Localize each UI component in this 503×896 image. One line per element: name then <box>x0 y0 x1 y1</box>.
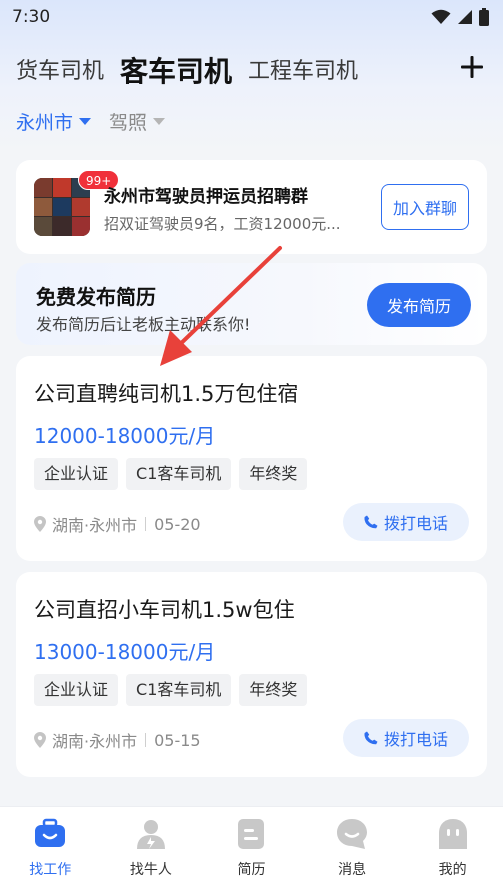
meta-divider <box>145 733 147 747</box>
filter-bar: 永州市 驾照 <box>16 106 166 136</box>
city-filter-label: 永州市 <box>16 111 74 134</box>
job-tag: 企业认证 <box>34 674 119 706</box>
call-button[interactable]: 拨打电话 <box>343 503 469 541</box>
battery-icon <box>479 8 489 26</box>
plus-icon[interactable] <box>459 54 485 80</box>
job-tag: 年终奖 <box>239 674 308 706</box>
publish-resume-button[interactable]: 发布简历 <box>367 283 471 327</box>
nav-messages[interactable]: 消息 <box>312 817 392 896</box>
wifi-icon <box>431 9 451 24</box>
job-location: 湖南·永州市 <box>52 516 138 535</box>
city-filter[interactable]: 永州市 <box>16 108 92 135</box>
job-location: 湖南·永州市 <box>52 732 138 751</box>
nav-label: 找牛人 <box>129 862 172 878</box>
caret-down-icon <box>153 117 166 125</box>
call-button-label: 拨打电话 <box>383 514 448 533</box>
job-date: 05-20 <box>154 514 201 534</box>
resume-banner-title: 免费发布简历 <box>36 285 156 309</box>
job-meta: 湖南·永州市 05-15 <box>34 728 201 752</box>
job-date: 05-15 <box>154 730 201 750</box>
tab-bus-driver[interactable]: 客车司机 <box>120 52 232 92</box>
job-salary: 12000-18000元/月 <box>34 424 216 448</box>
job-tag: 企业认证 <box>34 458 119 490</box>
status-bar: 7:30 <box>0 0 503 34</box>
phone-icon <box>364 515 378 529</box>
call-button-label: 拨打电话 <box>383 730 448 749</box>
nav-label: 我的 <box>438 862 467 878</box>
resume-banner-subtitle: 发布简历后让老板主动联系你! <box>36 315 251 334</box>
group-title: 永州市驾驶员押运员招聘群 <box>104 187 308 207</box>
caret-down-icon <box>79 117 92 125</box>
message-icon <box>337 819 368 849</box>
worker-icon <box>136 820 165 849</box>
group-description: 招双证驾驶员9名，工资12000元... <box>104 215 341 233</box>
job-tag: 年终奖 <box>239 458 308 490</box>
nav-label: 找工作 <box>29 862 72 878</box>
job-tag: C1客车司机 <box>126 674 232 706</box>
status-time: 7:30 <box>12 7 51 27</box>
nav-label: 消息 <box>338 862 367 878</box>
meta-divider <box>145 517 147 531</box>
job-tags: 企业认证 C1客车司机 年终奖 <box>34 458 308 490</box>
license-filter[interactable]: 驾照 <box>109 108 166 135</box>
job-card[interactable]: 公司直招小车司机1.5w包住 13000-18000元/月 企业认证 C1客车司… <box>16 572 487 777</box>
nav-resume[interactable]: 简历 <box>211 817 291 896</box>
signal-icon <box>458 10 472 24</box>
nav-label: 简历 <box>237 862 266 878</box>
bottom-navigation: 找工作 找牛人 简历 消息 我的 <box>0 806 503 896</box>
join-group-button[interactable]: 加入群聊 <box>381 184 469 230</box>
tab-engineering-driver[interactable]: 工程车司机 <box>248 52 358 92</box>
phone-icon <box>364 731 378 745</box>
driver-type-tabs: 货车司机 客车司机 工程车司机 <box>16 48 491 92</box>
nav-find-talent[interactable]: 找牛人 <box>111 817 191 896</box>
resume-icon <box>238 819 265 849</box>
briefcase-icon <box>35 818 66 847</box>
job-meta: 湖南·永州市 05-20 <box>34 512 201 536</box>
group-chat-card[interactable]: 99+ 永州市驾驶员押运员招聘群 招双证驾驶员9名，工资12000元... 加入… <box>16 160 487 254</box>
job-salary: 13000-18000元/月 <box>34 640 216 664</box>
job-title: 公司直聘纯司机1.5万包住宿 <box>34 382 299 406</box>
job-tag: C1客车司机 <box>126 458 232 490</box>
resume-banner: 免费发布简历 发布简历后让老板主动联系你! 发布简历 <box>16 263 487 345</box>
job-card[interactable]: 公司直聘纯司机1.5万包住宿 12000-18000元/月 企业认证 C1客车司… <box>16 356 487 561</box>
location-pin-icon <box>34 732 46 748</box>
location-pin-icon <box>34 516 46 532</box>
status-icons <box>431 8 489 26</box>
nav-find-job[interactable]: 找工作 <box>10 817 90 896</box>
license-filter-label: 驾照 <box>109 111 148 134</box>
profile-icon <box>438 819 467 849</box>
tab-truck-driver[interactable]: 货车司机 <box>16 52 104 92</box>
job-title: 公司直招小车司机1.5w包住 <box>34 598 295 622</box>
call-button[interactable]: 拨打电话 <box>343 719 469 757</box>
job-tags: 企业认证 C1客车司机 年终奖 <box>34 674 308 706</box>
nav-profile[interactable]: 我的 <box>413 817 493 896</box>
